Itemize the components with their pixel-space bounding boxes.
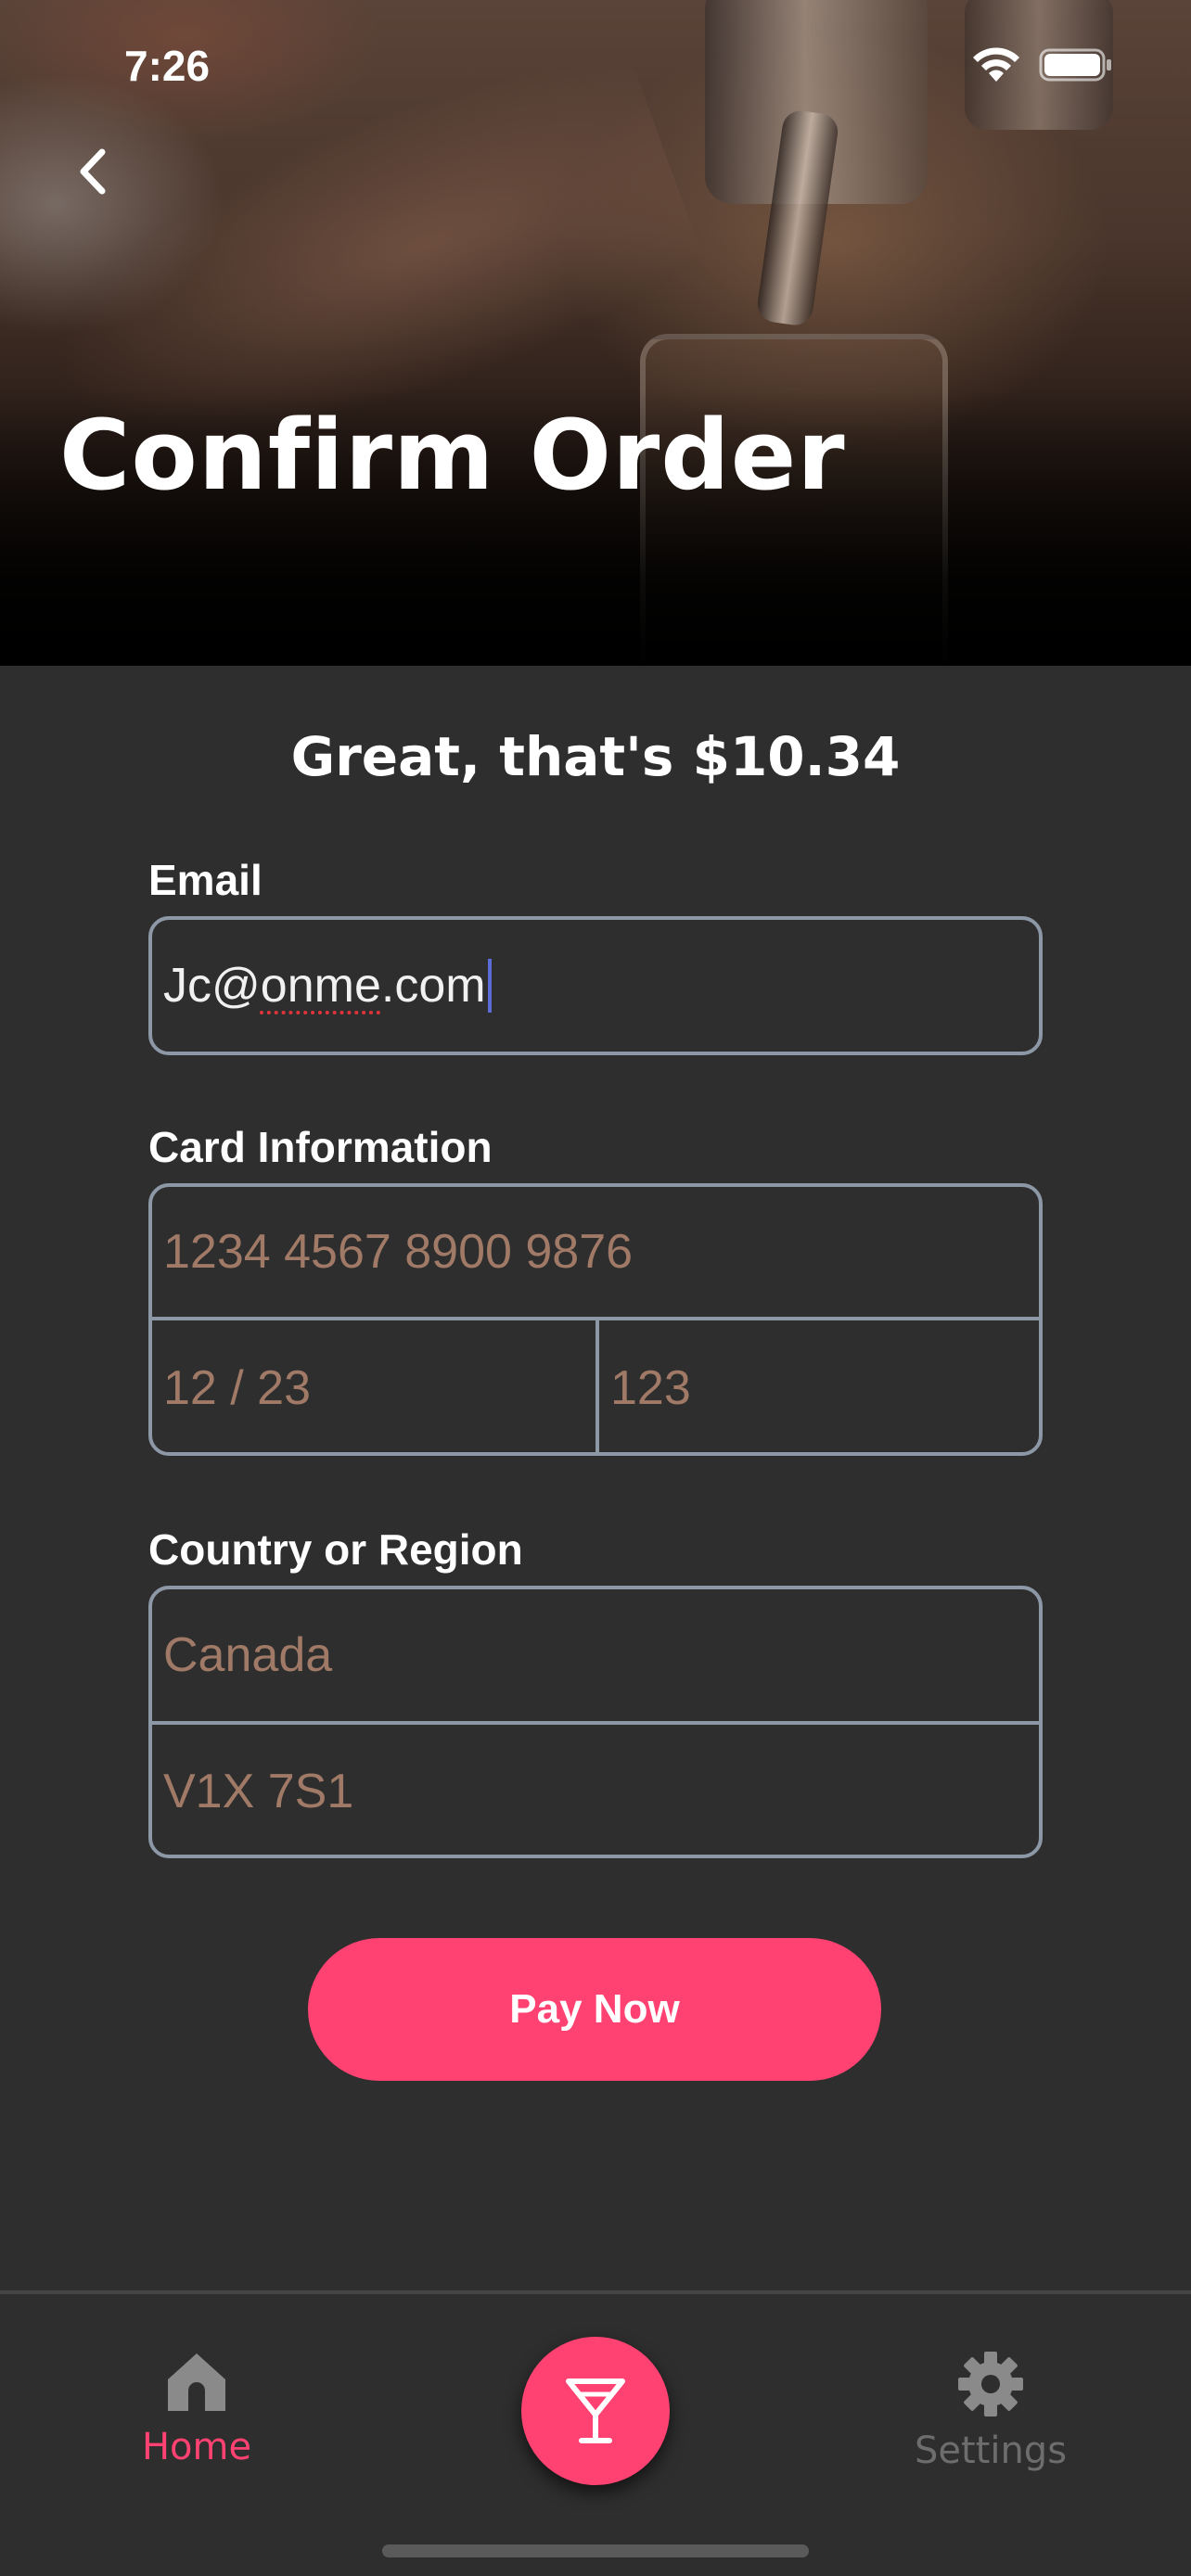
card-expiry-field[interactable]: 12 / 23 xyxy=(152,1320,596,1452)
email-field-box: Jc@onme.com xyxy=(148,916,1043,1055)
email-value: Jc@onme.com xyxy=(163,959,486,1013)
home-icon xyxy=(168,2353,225,2411)
tab-home-label: Home xyxy=(141,2426,252,2468)
card-number-field[interactable]: 1234 4567 8900 9876 xyxy=(152,1187,1039,1317)
header-banner xyxy=(0,0,1191,666)
card-information-label: Card Information xyxy=(148,1123,493,1171)
country-field[interactable]: Canada xyxy=(152,1589,1039,1721)
center-order-button[interactable] xyxy=(521,2337,670,2485)
text-caret xyxy=(487,959,492,1013)
cocktail-icon xyxy=(566,2378,625,2443)
bottom-tab-bar: Home Settings xyxy=(0,2290,1191,2576)
home-indicator xyxy=(382,2544,809,2557)
email-field[interactable]: Jc@onme.com xyxy=(152,920,1039,1052)
tab-home[interactable]: Home xyxy=(76,2350,317,2468)
status-time: 7:26 xyxy=(124,42,211,90)
gear-icon xyxy=(958,2352,1023,2417)
back-button[interactable] xyxy=(67,139,122,204)
email-label: Email xyxy=(148,856,263,904)
battery-icon xyxy=(1039,48,1111,82)
page-title: Confirm Order xyxy=(59,399,846,512)
card-information-box: 1234 4567 8900 9876 12 / 23 123 xyxy=(148,1183,1043,1456)
tab-settings[interactable]: Settings xyxy=(870,2350,1111,2472)
card-cvc-field[interactable]: 123 xyxy=(599,1320,1039,1452)
country-region-label: Country or Region xyxy=(148,1525,523,1574)
country-region-box: Canada V1X 7S1 xyxy=(148,1586,1043,1858)
order-total: Great, that's $10.34 xyxy=(290,725,901,788)
wifi-icon xyxy=(973,47,1019,82)
spellcheck-underline: onme xyxy=(260,959,381,1013)
postal-code-field[interactable]: V1X 7S1 xyxy=(152,1725,1039,1855)
tab-settings-label: Settings xyxy=(914,2429,1068,2472)
pay-now-button[interactable]: Pay Now xyxy=(308,1938,881,2081)
